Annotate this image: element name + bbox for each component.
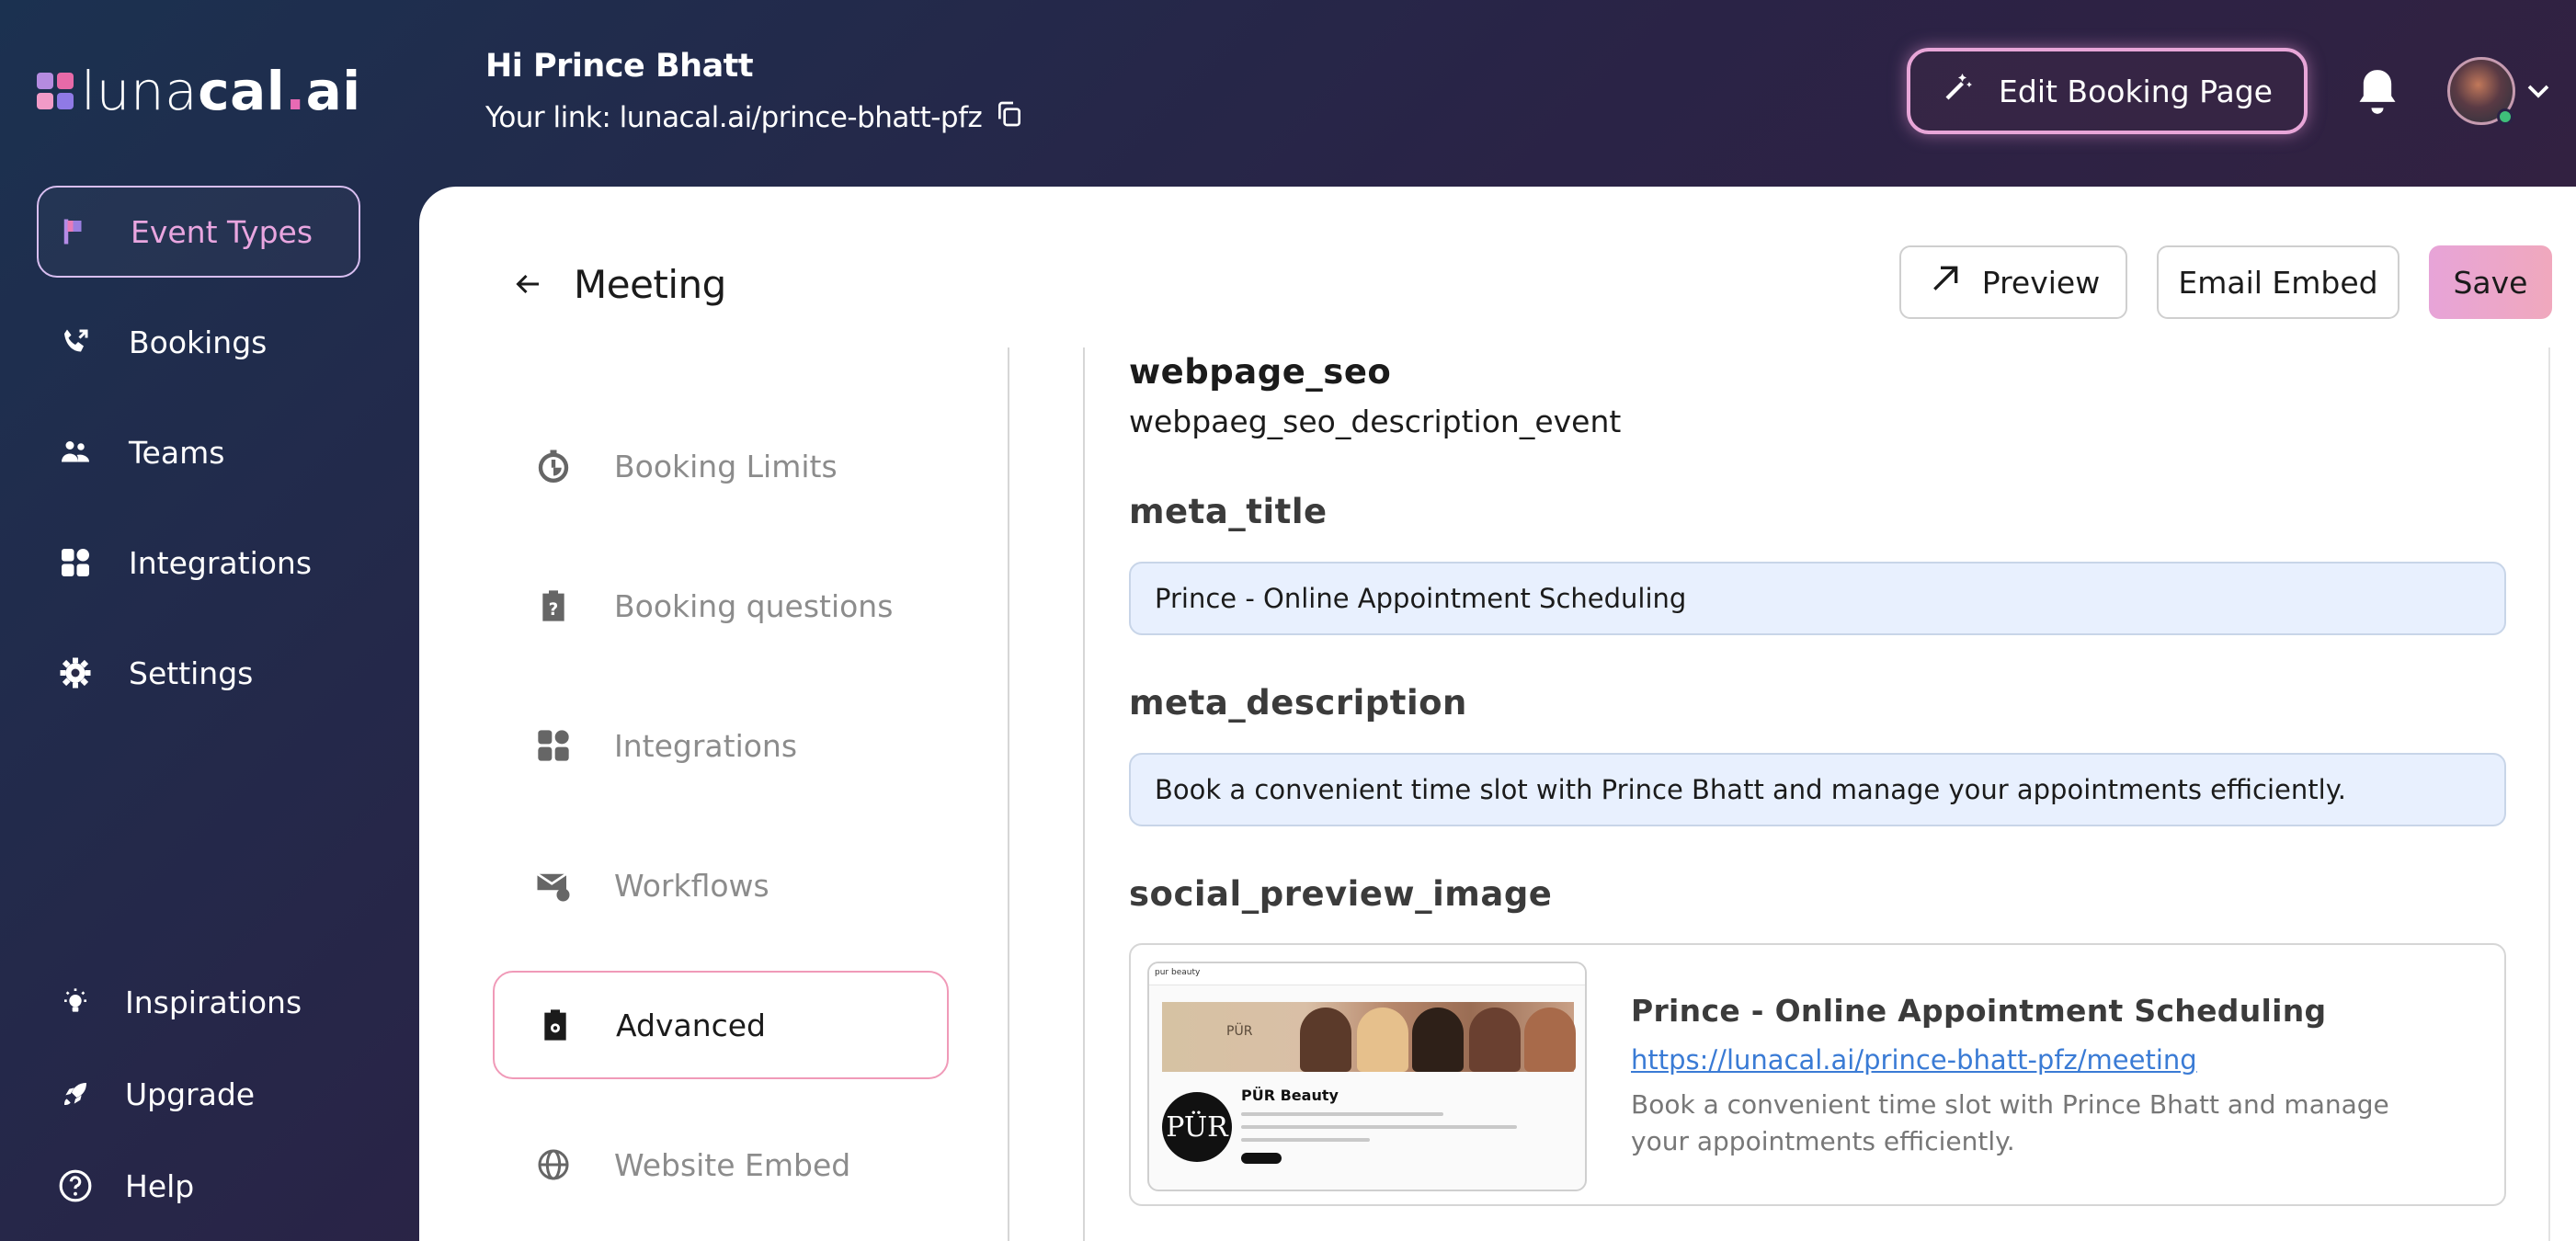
external-arrow-icon bbox=[1927, 260, 1964, 304]
brand-name: lunacal.ai bbox=[81, 60, 361, 122]
thumb-banner-text: PÜR bbox=[1226, 1024, 1253, 1039]
edit-booking-page-label: Edit Booking Page bbox=[1999, 73, 2273, 109]
sidebar-item-settings[interactable]: Settings bbox=[37, 627, 360, 719]
social-preview-image[interactable]: pur beauty PÜR PÜR PÜR Beauty bbox=[1147, 962, 1587, 1191]
phone-icon bbox=[57, 324, 94, 360]
sidebar-item-label: Inspirations bbox=[125, 984, 302, 1020]
sidebar-item-label: Event Types bbox=[131, 213, 313, 250]
thumb-subscribe-pill bbox=[1241, 1153, 1282, 1164]
menu-item-label: Workflows bbox=[614, 867, 769, 904]
globe-icon bbox=[533, 1144, 574, 1185]
sidebar-item-label: Help bbox=[125, 1167, 195, 1204]
menu-item-advanced[interactable]: Advanced bbox=[493, 971, 949, 1079]
save-button[interactable]: Save bbox=[2429, 245, 2552, 319]
clipboard-settings-icon bbox=[535, 1005, 576, 1045]
mail-icon bbox=[533, 865, 574, 905]
sidebar-item-inspirations[interactable]: Inspirations bbox=[37, 956, 360, 1048]
menu-item-label: Website Embed bbox=[614, 1146, 851, 1183]
booking-link: Your link: lunacal.ai/prince-bhatt-pfz bbox=[485, 99, 1024, 136]
thumb-banner: PÜR bbox=[1162, 1002, 1576, 1072]
online-status-dot bbox=[2497, 108, 2513, 125]
content-left-border bbox=[1083, 347, 1085, 1241]
menu-item-website-embed[interactable]: Website Embed bbox=[493, 1110, 949, 1219]
webpage-seo-heading: webpage_seo bbox=[1129, 352, 1392, 392]
sidebar-item-bookings[interactable]: Bookings bbox=[37, 296, 360, 388]
gear-icon bbox=[57, 655, 94, 691]
timer-icon bbox=[533, 446, 574, 486]
booking-link-text: Your link: lunacal.ai/prince-bhatt-pfz bbox=[485, 101, 983, 134]
thumb-text-line bbox=[1241, 1138, 1370, 1142]
greeting: Hi Prince Bhatt bbox=[485, 48, 754, 85]
social-card-url[interactable]: https://lunacal.ai/prince-bhatt-pfz/meet… bbox=[1631, 1044, 2197, 1076]
preview-button[interactable]: Preview bbox=[1899, 245, 2127, 319]
menu-item-label: Advanced bbox=[616, 1007, 767, 1043]
meta-description-field[interactable]: Book a convenient time slot with Prince … bbox=[1129, 753, 2506, 826]
social-card-description: Book a convenient time slot with Prince … bbox=[1631, 1089, 2389, 1156]
sidebar-item-label: Integrations bbox=[129, 544, 313, 581]
social-card-title: Prince - Online Appointment Scheduling bbox=[1631, 993, 2327, 1029]
thumb-search-bar: pur beauty bbox=[1149, 963, 1585, 985]
grid-icon bbox=[57, 544, 94, 581]
page-title: Meeting bbox=[574, 262, 726, 307]
meta-title-label: meta_title bbox=[1129, 492, 1328, 531]
social-preview-card: pur beauty PÜR PÜR PÜR Beauty Prince - O… bbox=[1129, 943, 2506, 1206]
thumb-brand-logo: PÜR bbox=[1162, 1092, 1232, 1162]
menu-item-label: Booking Limits bbox=[614, 448, 838, 484]
rocket-icon bbox=[57, 1076, 94, 1112]
sidebar-item-label: Teams bbox=[129, 434, 225, 471]
magic-wand-icon bbox=[1942, 71, 1975, 111]
logo-mark-icon bbox=[37, 73, 74, 109]
menu-item-label: Integrations bbox=[614, 727, 798, 764]
sidebar-item-label: Bookings bbox=[129, 324, 268, 360]
grid-icon bbox=[533, 725, 574, 766]
edit-booking-page-button[interactable]: Edit Booking Page bbox=[1907, 48, 2308, 134]
lightbulb-icon bbox=[57, 984, 94, 1020]
sidebar-item-upgrade[interactable]: Upgrade bbox=[37, 1048, 360, 1140]
main-panel: Meeting Preview Email Embed Save Booking… bbox=[419, 187, 2576, 1241]
svg-text:?: ? bbox=[549, 600, 559, 620]
back-arrow-icon[interactable] bbox=[511, 268, 544, 301]
sidebar-item-label: Settings bbox=[129, 655, 254, 691]
sidebar-item-event-types[interactable]: Event Types bbox=[37, 186, 360, 278]
menu-divider bbox=[1008, 347, 1009, 1241]
menu-item-booking-questions[interactable]: ? Booking questions bbox=[493, 552, 949, 660]
clipboard-question-icon: ? bbox=[533, 586, 574, 626]
notification-bell-icon[interactable] bbox=[2354, 64, 2401, 120]
sidebar: lunacal.ai Event Types Bookings Teams In… bbox=[0, 0, 419, 1241]
menu-item-workflows[interactable]: Workflows bbox=[493, 831, 949, 939]
thumb-brand-name: PÜR Beauty bbox=[1241, 1087, 1339, 1104]
webpage-seo-description: webpaeg_seo_description_event bbox=[1129, 404, 1622, 439]
thumb-text-line bbox=[1241, 1112, 1443, 1116]
sidebar-item-teams[interactable]: Teams bbox=[37, 406, 360, 498]
social-preview-image-label: social_preview_image bbox=[1129, 874, 1553, 914]
meta-description-label: meta_description bbox=[1129, 683, 1467, 723]
help-icon bbox=[57, 1167, 94, 1204]
people-icon bbox=[57, 434, 94, 471]
email-embed-button[interactable]: Email Embed bbox=[2157, 245, 2399, 319]
preview-label: Preview bbox=[1981, 264, 2101, 301]
sidebar-item-help[interactable]: Help bbox=[37, 1140, 360, 1232]
sidebar-item-integrations[interactable]: Integrations bbox=[37, 517, 360, 609]
sidebar-item-label: Upgrade bbox=[125, 1076, 256, 1112]
menu-item-label: Booking questions bbox=[614, 587, 894, 624]
brand-logo[interactable]: lunacal.ai bbox=[37, 64, 361, 118]
copy-icon[interactable] bbox=[995, 99, 1024, 136]
content-right-border bbox=[2548, 347, 2550, 1241]
meta-title-field[interactable]: Prince - Online Appointment Scheduling bbox=[1129, 562, 2506, 635]
thumb-text-line bbox=[1241, 1125, 1517, 1129]
menu-item-integrations[interactable]: Integrations bbox=[493, 691, 949, 800]
flag-icon bbox=[59, 213, 96, 250]
chevron-down-icon[interactable] bbox=[2525, 77, 2552, 105]
menu-item-booking-limits[interactable]: Booking Limits bbox=[493, 412, 949, 520]
